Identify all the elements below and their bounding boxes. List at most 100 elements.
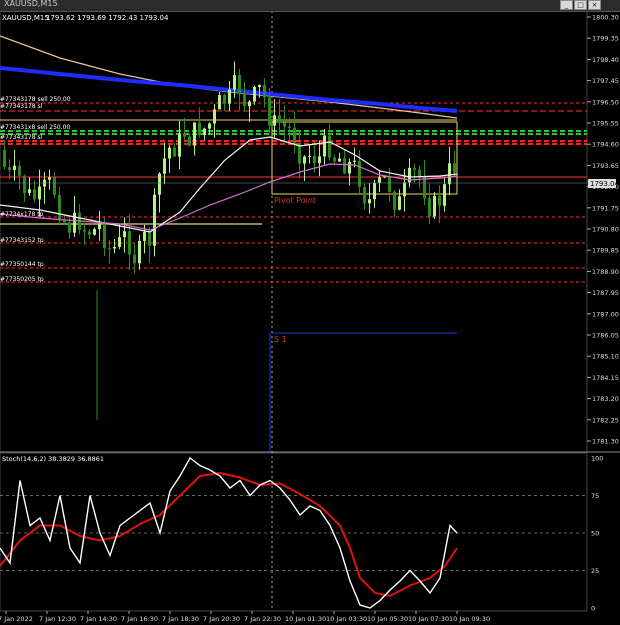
candle-body — [103, 223, 106, 249]
pivot-point-label: Pivot Point — [274, 196, 316, 205]
current-price-label: 1793.04 — [590, 180, 619, 188]
price-tick-label: 1791.75 — [592, 204, 619, 212]
candle-body — [343, 158, 346, 174]
price-tick-label: 1785.10 — [592, 353, 619, 361]
candle-body — [308, 155, 311, 157]
candle-body — [183, 133, 186, 137]
candle-body — [128, 231, 131, 255]
price-tick-label: 1799.35 — [592, 35, 619, 43]
candle-body — [58, 194, 61, 221]
candle-body — [438, 195, 441, 206]
candle-body — [118, 237, 121, 247]
candle-body — [238, 75, 241, 94]
order-label: #77343178 sl — [0, 103, 43, 110]
candle-body — [143, 231, 146, 241]
price-tick-label: 1784.15 — [592, 374, 619, 382]
candle-body — [273, 115, 276, 126]
order-label: #77350144 tp — [0, 261, 44, 268]
candle-body — [178, 133, 181, 157]
candle-body — [153, 194, 156, 246]
candle-body — [283, 122, 286, 127]
time-tick-label: 7 Jan 16:30 — [121, 615, 158, 623]
candle-body — [393, 191, 396, 210]
indicator-panel[interactable] — [0, 452, 588, 612]
candle-body — [73, 212, 76, 233]
candle-body — [158, 173, 161, 195]
close-button[interactable]: × — [588, 0, 601, 10]
time-tick-label: 10 Jan 03:30 — [326, 615, 367, 623]
candle-body — [293, 127, 296, 144]
candle-body — [48, 177, 51, 180]
candle-body — [163, 158, 166, 174]
candle-body — [113, 246, 116, 249]
candle-body — [23, 175, 26, 194]
order-label: #773431x8 sell 250.00 — [0, 124, 70, 131]
candle-body — [278, 115, 281, 123]
candle-body — [418, 169, 421, 177]
candle-body — [398, 196, 401, 210]
candle-body — [433, 195, 436, 217]
order-label: #77350205 tp — [0, 276, 44, 283]
price-tick-label: 1790.80 — [592, 226, 619, 234]
candle-body — [378, 177, 381, 183]
time-tick-label: 7 Jan 20:30 — [203, 615, 240, 623]
candle-body — [298, 143, 301, 164]
ohlc-readout: 1793.62 1793.69 1792.43 1793.04 — [46, 14, 169, 22]
price-tick-label: 1786.05 — [592, 332, 619, 340]
minimize-button[interactable]: _ — [560, 0, 573, 10]
candle-body — [243, 93, 246, 107]
price-tick-label: 1788.90 — [592, 268, 619, 276]
candle-body — [423, 176, 426, 199]
price-tick-label: 1787.95 — [592, 289, 619, 297]
price-tick-label: 1798.40 — [592, 56, 619, 64]
order-label: #77343152 tp — [0, 237, 44, 244]
chart-symbol: XAUUSD,M15 — [2, 14, 49, 22]
candle-body — [268, 97, 271, 126]
price-tick-label: 1789.85 — [592, 247, 619, 255]
window-title: XAUUSD,M15 — [4, 0, 58, 8]
maximize-button[interactable]: □ — [574, 0, 587, 10]
candle-body — [18, 165, 21, 176]
candle-body — [303, 156, 306, 164]
price-tick-label: 1797.45 — [592, 77, 619, 85]
candle-body — [428, 198, 431, 217]
candle-body — [68, 222, 71, 233]
candle-body — [133, 254, 136, 264]
candle-body — [258, 84, 261, 87]
candle-body — [28, 189, 31, 194]
candle-body — [453, 163, 456, 173]
candle-body — [353, 160, 356, 162]
candle-body — [38, 186, 41, 200]
time-tick-label: 7 Jan 14:30 — [80, 615, 117, 623]
candle-body — [223, 94, 226, 104]
candle-body — [388, 176, 391, 192]
candle-body — [348, 161, 351, 174]
price-tick-label: 1800.30 — [592, 14, 619, 22]
time-tick-label: 7 Jan 18:30 — [162, 615, 199, 623]
time-tick-label: 7 Jan 22:30 — [244, 615, 281, 623]
candle-body — [8, 167, 11, 171]
stoch-level-label: 25 — [591, 567, 599, 575]
candle-body — [218, 94, 221, 110]
candle-body — [108, 248, 111, 250]
candle-body — [63, 220, 66, 223]
order-label: #7734x178 tp — [0, 211, 44, 218]
trading-chart[interactable]: 1800.30 1799.35 1798.40 1797.45 1796.50 1795.… — [0, 0, 620, 625]
candle-body — [363, 186, 366, 204]
candle-body — [33, 189, 36, 200]
price-tick-label: 1782.25 — [592, 416, 619, 424]
candle-body — [443, 184, 446, 206]
candle-body — [253, 86, 256, 102]
candle-body — [88, 231, 91, 235]
candle-body — [368, 199, 371, 204]
candle-body — [263, 84, 266, 98]
candle-body — [313, 155, 316, 164]
stoch-label: Stoch(14,6,2) 38.3829 36.8861 — [2, 455, 104, 463]
order-label: #77343178 sl — [0, 134, 43, 141]
candle-body — [148, 231, 151, 246]
candle-body — [83, 229, 86, 232]
candle-body — [328, 135, 331, 158]
stoch-level-label: 0 — [591, 605, 595, 613]
window-titlebar[interactable]: XAUUSD,M15 _ □ × — [0, 0, 620, 12]
price-tick-label: 1793.65 — [592, 162, 619, 170]
